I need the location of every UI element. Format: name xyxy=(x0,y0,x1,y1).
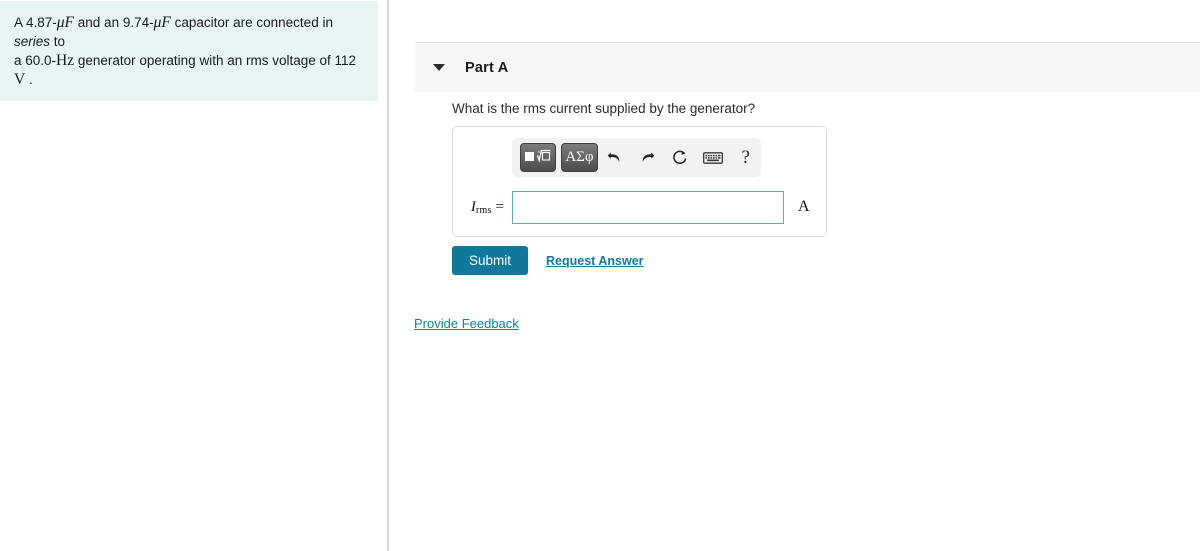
problem-text-2a: a 60.0- xyxy=(14,53,57,68)
unit-hertz: Hz xyxy=(56,52,75,69)
keyboard-icon xyxy=(703,151,723,165)
answer-entry-box: n ΑΣφ ? Irms = A xyxy=(452,126,827,237)
unit-microfarad-1: μF xyxy=(56,14,75,31)
answer-panel: Part A What is the rms current supplied … xyxy=(391,0,1200,551)
unit-volt: V xyxy=(14,71,26,88)
problem-line-2: a 60.0-Hz generator operating with an rm… xyxy=(14,52,357,88)
redo-button[interactable] xyxy=(632,143,663,172)
problem-text-1a: A 4.87- xyxy=(14,15,57,30)
question-text: What is the rms current supplied by the … xyxy=(452,101,756,116)
reset-button[interactable] xyxy=(665,143,696,172)
provide-feedback-link[interactable]: Provide Feedback xyxy=(414,316,519,331)
submit-button[interactable]: Submit xyxy=(452,246,529,275)
redo-icon xyxy=(639,149,656,166)
problem-text-2b: generator operating with an rms voltage … xyxy=(74,53,357,68)
answer-input[interactable] xyxy=(512,190,784,224)
problem-panel: A 4.87-μF and an 9.74-μF capacitor are c… xyxy=(0,0,389,551)
help-button[interactable]: ? xyxy=(730,143,761,172)
problem-text-1d: to xyxy=(50,34,66,49)
part-title: Part A xyxy=(465,59,509,76)
question-mark-icon: ? xyxy=(741,147,750,168)
answer-label-subscript: rms xyxy=(475,204,492,216)
greek-letters-label: ΑΣφ xyxy=(565,149,594,165)
reset-icon xyxy=(671,149,689,167)
answer-label: Irms = xyxy=(453,199,512,216)
greek-letters-button[interactable]: ΑΣφ xyxy=(561,143,598,172)
problem-statement: A 4.87-μF and an 9.74-μF capacitor are c… xyxy=(0,1,378,101)
submit-row: Submit Request Answer xyxy=(452,246,644,275)
keyboard-button[interactable] xyxy=(698,143,729,172)
unit-microfarad-2: μF xyxy=(153,14,171,31)
problem-line-1: A 4.87-μF and an 9.74-μF capacitor are c… xyxy=(14,14,333,49)
math-template-button[interactable]: n xyxy=(520,143,557,172)
problem-text-2c: . xyxy=(25,72,33,87)
answer-unit: A xyxy=(798,198,810,215)
part-header[interactable]: Part A xyxy=(415,42,1200,92)
math-toolbar: n ΑΣφ ? xyxy=(512,138,761,177)
caret-down-icon[interactable] xyxy=(433,64,445,71)
problem-text-1b: and an 9.74- xyxy=(74,15,154,30)
problem-emphasis-series: series xyxy=(14,34,51,49)
request-answer-link[interactable]: Request Answer xyxy=(546,254,643,268)
answer-label-equals: = xyxy=(491,198,504,215)
undo-button[interactable] xyxy=(600,143,631,172)
undo-icon xyxy=(606,149,623,166)
template-radical-icon: n xyxy=(524,148,552,168)
problem-text-1c: capacitor are connected in xyxy=(170,15,333,30)
answer-input-row: Irms = A xyxy=(453,185,828,229)
